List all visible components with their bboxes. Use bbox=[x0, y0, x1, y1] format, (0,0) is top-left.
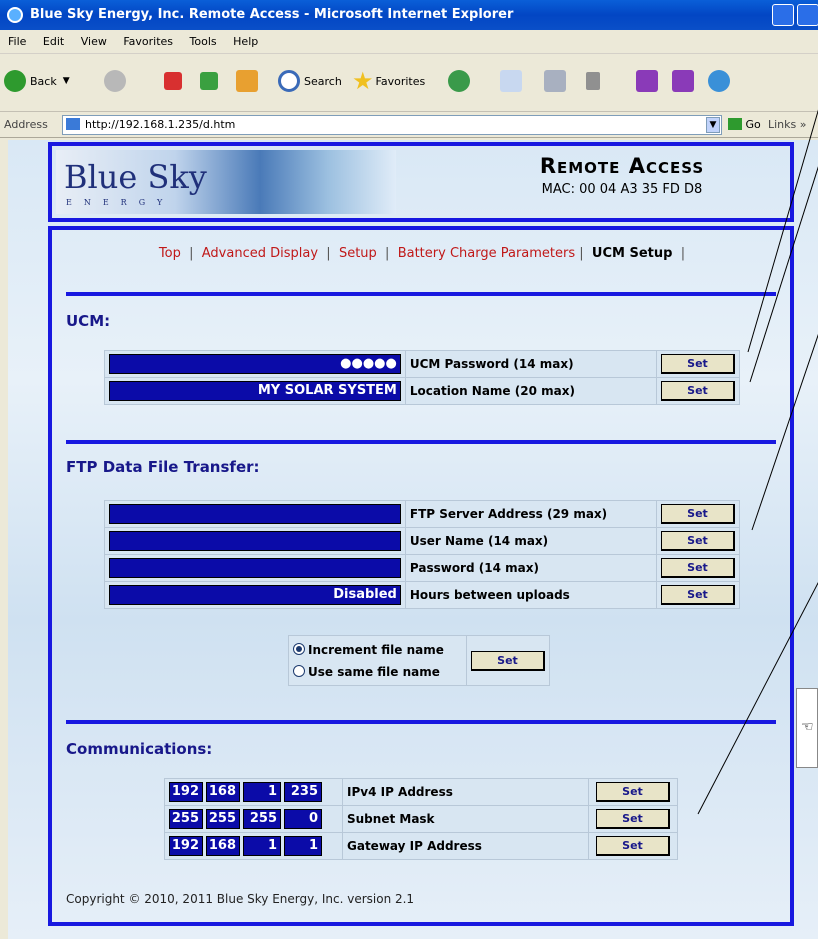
annotation-lines bbox=[697, 109, 818, 815]
browser-window: Blue Sky Energy, Inc. Remote Access - Mi… bbox=[0, 0, 818, 939]
